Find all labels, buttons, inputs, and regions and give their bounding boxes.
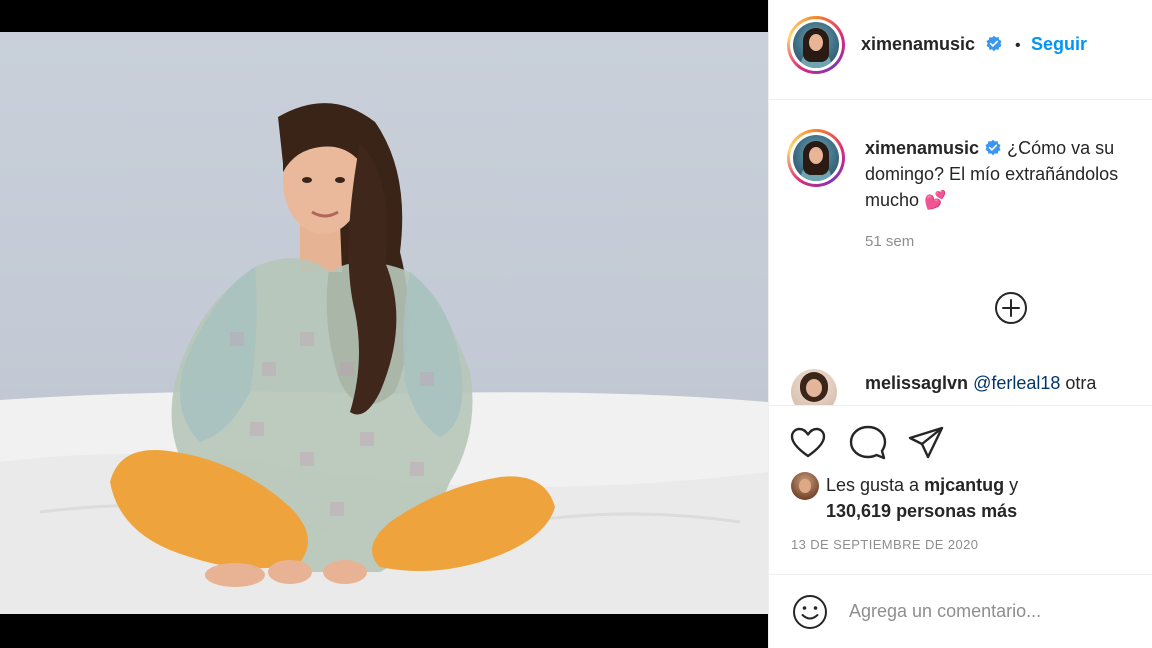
add-comment-bar — [769, 574, 1152, 648]
comment-input[interactable] — [849, 591, 1139, 631]
comment-mention[interactable]: @ferleal18 — [973, 373, 1060, 393]
comment-text: otra — [1065, 373, 1097, 393]
caption-time-ago[interactable]: 51 sem — [865, 233, 914, 250]
post-photo[interactable] — [0, 32, 768, 614]
comment-username[interactable]: melissaglvn — [865, 373, 968, 393]
comment-avatar[interactable] — [791, 369, 837, 405]
verified-badge-icon — [985, 139, 1001, 156]
likes-and: y — [1009, 475, 1019, 495]
post-header: ximenamusic • Seguir — [769, 0, 1152, 100]
likes-count[interactable]: 130,619 personas más — [826, 498, 1017, 524]
plus-circle-icon[interactable] — [994, 291, 1028, 325]
post-side-panel: ximenamusic • Seguir ximenamusic ¿Cómo v… — [768, 0, 1152, 648]
header-separator: • — [1014, 37, 1021, 54]
post-photo-illustration — [0, 103, 768, 614]
heart-icon[interactable] — [789, 424, 827, 462]
author-avatar[interactable] — [787, 16, 845, 74]
post-caption: ximenamusic ¿Cómo va su domingo? El mío … — [865, 135, 1152, 213]
comment-bubble-icon[interactable] — [849, 424, 887, 462]
post-media — [0, 0, 768, 648]
comment-item: melissaglvn @ferleal18 otra — [865, 373, 1096, 394]
author-username[interactable]: ximenamusic — [861, 34, 975, 54]
verified-badge-icon — [986, 35, 1002, 52]
post-date[interactable]: 13 DE SEPTIEMBRE DE 2020 — [791, 537, 978, 552]
liked-by-username[interactable]: mjcantug — [924, 475, 1004, 495]
emoji-smile-icon[interactable] — [791, 593, 829, 631]
post-actions: Les gusta a mjcantug y 130,619 personas … — [769, 406, 1152, 574]
likes-summary: Les gusta a mjcantug y — [826, 472, 1018, 498]
liker-avatar[interactable] — [791, 472, 819, 500]
header-line: ximenamusic • Seguir — [861, 34, 1087, 55]
likes-prefix: Les gusta a — [826, 475, 920, 495]
paper-plane-icon[interactable] — [907, 424, 945, 462]
comments-section[interactable]: ximenamusic ¿Cómo va su domingo? El mío … — [769, 101, 1152, 406]
caption-author-avatar[interactable] — [787, 129, 845, 187]
follow-button[interactable]: Seguir — [1031, 34, 1087, 54]
caption-username[interactable]: ximenamusic — [865, 138, 979, 158]
